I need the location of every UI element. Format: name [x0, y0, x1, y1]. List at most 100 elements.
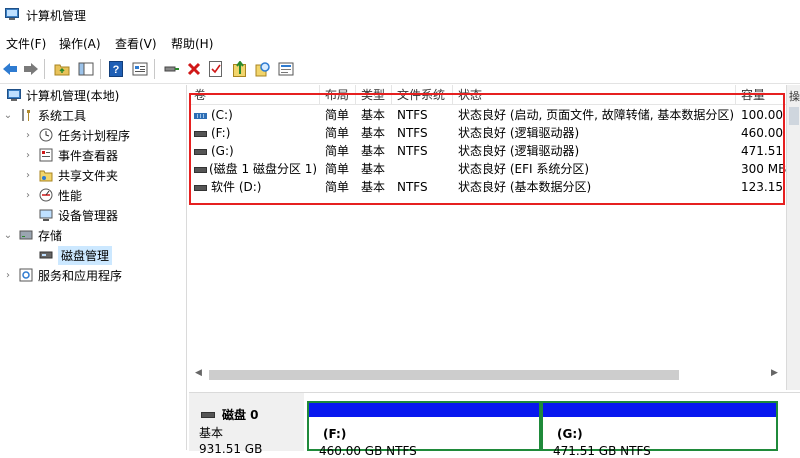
- volume-filesystem: NTFS: [397, 144, 428, 158]
- tree-item-shared-folders[interactable]: › 共享文件夹: [22, 165, 118, 185]
- chevron-right-icon[interactable]: ›: [2, 270, 14, 281]
- shared-folder-icon: [38, 167, 54, 183]
- volume-filesystem: NTFS: [397, 180, 428, 194]
- menu-view[interactable]: 查看(V): [115, 35, 157, 52]
- tree-item-system-tools[interactable]: ⌄ 系统工具: [2, 105, 86, 125]
- actions-pane-item[interactable]: [789, 107, 799, 125]
- partition-bar: [309, 403, 539, 417]
- scrollbar-thumb[interactable]: [209, 370, 679, 380]
- volume-type: 基本: [361, 108, 386, 122]
- column-header-volume[interactable]: 卷: [189, 85, 320, 105]
- chevron-right-icon[interactable]: ›: [22, 190, 34, 201]
- tree-label: 设备管理器: [58, 208, 119, 223]
- scroll-left-icon[interactable]: ◀: [195, 368, 202, 378]
- tree-item-device-manager[interactable]: 设备管理器: [34, 205, 118, 225]
- column-header-filesystem[interactable]: 文件系统: [392, 85, 453, 105]
- device-manager-icon: [38, 207, 54, 223]
- up-folder-icon[interactable]: [52, 59, 72, 79]
- tree-item-root[interactable]: 计算机管理(本地): [2, 85, 119, 105]
- column-header-status[interactable]: 状态: [453, 85, 736, 105]
- chevron-right-icon[interactable]: ›: [22, 150, 34, 161]
- volume-capacity: 471.51: [741, 144, 783, 158]
- tree-item-services-apps[interactable]: › 服务和应用程序: [2, 265, 122, 285]
- column-header-type[interactable]: 类型: [356, 85, 392, 105]
- partition-g[interactable]: (G:) 471.51 GB NTFS: [541, 401, 778, 458]
- tree-label: 磁盘管理: [58, 245, 113, 265]
- volume-status: 状态良好 (逻辑驱动器): [458, 126, 580, 140]
- horizontal-scrollbar[interactable]: ◀ ▶: [189, 366, 786, 384]
- event-viewer-icon: [38, 147, 54, 163]
- disk-props-icon[interactable]: [276, 59, 296, 79]
- actions-pane-title: 操: [789, 90, 800, 103]
- volume-status: 状态良好 (启动, 页面文件, 故障转储, 基本数据分区): [458, 108, 735, 122]
- tree-label: 计算机管理(本地): [26, 88, 120, 103]
- volume-capacity: 100.00: [741, 108, 783, 122]
- volume-list-header: 卷 布局 类型 文件系统 状态 容量: [189, 85, 786, 105]
- disk-small-icon: [201, 407, 215, 421]
- menu-action[interactable]: 操作(A): [59, 35, 101, 52]
- show-tree-icon[interactable]: [76, 59, 96, 79]
- volume-list: 卷 布局 类型 文件系统 状态 容量 (C:) 简单 基本 NTFS 状态良好 …: [189, 85, 786, 390]
- help-icon[interactable]: ?: [106, 59, 126, 79]
- volume-name: (C:): [211, 108, 233, 122]
- partition-size: 460.00 GB NTFS: [319, 444, 417, 458]
- tree-item-task-scheduler[interactable]: › 任务计划程序: [22, 125, 130, 145]
- volume-filesystem: NTFS: [397, 108, 428, 122]
- table-row[interactable]: (C:) 简单 基本 NTFS 状态良好 (启动, 页面文件, 故障转储, 基本…: [189, 106, 786, 124]
- volume-layout: 简单: [325, 144, 350, 158]
- back-icon[interactable]: [0, 59, 20, 79]
- tree-label: 事件查看器: [58, 148, 119, 163]
- column-header-layout[interactable]: 布局: [320, 85, 356, 105]
- chevron-right-icon[interactable]: ›: [22, 130, 34, 141]
- performance-icon: [38, 187, 54, 203]
- volume-type: 基本: [361, 126, 386, 140]
- toolbar-separator: [100, 59, 101, 79]
- tree-item-storage[interactable]: ⌄ 存储: [2, 225, 62, 245]
- table-row[interactable]: (磁盘 1 磁盘分区 1) 简单 基本 状态良好 (EFI 系统分区) 300 …: [189, 160, 786, 178]
- volume-type: 基本: [361, 180, 386, 194]
- disk-icon: [194, 148, 207, 155]
- toolbar-separator: [44, 59, 45, 79]
- volume-name: (G:): [211, 144, 234, 158]
- volume-name: 软件 (D:): [211, 180, 262, 194]
- chevron-down-icon[interactable]: ⌄: [2, 110, 14, 121]
- scroll-right-icon[interactable]: ▶: [771, 368, 778, 378]
- chevron-down-icon[interactable]: ⌄: [2, 230, 14, 241]
- disk-map: 磁盘 0 基本 931.51 GB (F:) 460.00 GB NTFS (G…: [189, 392, 800, 458]
- tree-item-disk-management[interactable]: 磁盘管理: [34, 245, 113, 265]
- tree-item-event-viewer[interactable]: › 事件查看器: [22, 145, 118, 165]
- menu-file[interactable]: 文件(F): [6, 35, 46, 52]
- search-icon[interactable]: [253, 59, 273, 79]
- tree-item-performance[interactable]: › 性能: [22, 185, 82, 205]
- properties-icon[interactable]: [130, 59, 150, 79]
- partition-bar: [543, 403, 776, 417]
- tree-label: 系统工具: [38, 108, 87, 123]
- tree-label: 服务和应用程序: [38, 268, 123, 283]
- connect-icon[interactable]: [162, 59, 182, 79]
- disk-size: 931.51 GB: [199, 442, 263, 456]
- title-bar: 计算机管理: [0, 0, 800, 30]
- table-row[interactable]: 软件 (D:) 简单 基本 NTFS 状态良好 (基本数据分区) 123.15: [189, 178, 786, 196]
- volume-type: 基本: [361, 162, 386, 176]
- check-icon[interactable]: [206, 59, 226, 79]
- disk-type: 基本: [199, 426, 224, 440]
- disk-icon: [194, 130, 207, 137]
- disk-info[interactable]: 磁盘 0 基本 931.51 GB: [189, 393, 304, 456]
- delete-icon[interactable]: [184, 59, 204, 79]
- export-icon[interactable]: [230, 59, 250, 79]
- chevron-right-icon[interactable]: ›: [22, 170, 34, 181]
- partition-name: (F:): [323, 427, 347, 441]
- menu-help[interactable]: 帮助(H): [171, 35, 213, 52]
- disk-icon: [194, 184, 207, 191]
- table-row[interactable]: (F:) 简单 基本 NTFS 状态良好 (逻辑驱动器) 460.00: [189, 124, 786, 142]
- column-header-capacity[interactable]: 容量: [736, 85, 786, 105]
- forward-icon[interactable]: [21, 59, 41, 79]
- toolbar-separator: [154, 59, 155, 79]
- table-row[interactable]: (G:) 简单 基本 NTFS 状态良好 (逻辑驱动器) 471.51: [189, 142, 786, 160]
- volume-layout: 简单: [325, 108, 350, 122]
- disk-name: 磁盘 0: [222, 408, 259, 422]
- partition-f[interactable]: (F:) 460.00 GB NTFS: [307, 401, 541, 458]
- volume-capacity: 123.15: [741, 180, 783, 194]
- actions-pane: 操: [786, 85, 800, 390]
- volume-layout: 简单: [325, 162, 350, 176]
